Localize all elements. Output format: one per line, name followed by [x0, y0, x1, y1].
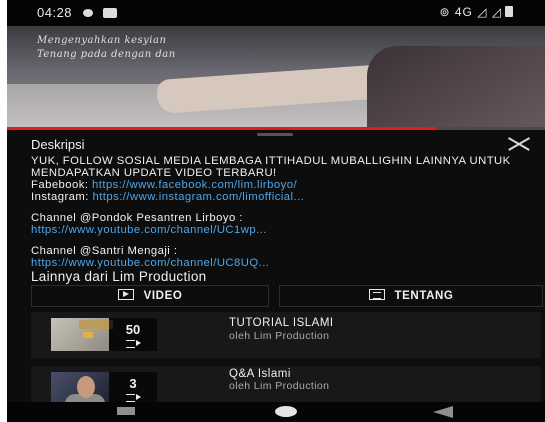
- tab-about[interactable]: TENTANG: [279, 285, 543, 307]
- network-text: ⊚ 4G ◿ ◿: [439, 5, 502, 19]
- recents-icon[interactable]: [117, 407, 135, 415]
- tab-about-label: TENTANG: [394, 290, 454, 302]
- channel1-label: Channel @Pondok Pesantren Lirboyo :: [31, 212, 243, 224]
- facebook-label: Fabebook:: [31, 179, 93, 191]
- instagram-label: Instagram:: [31, 191, 93, 203]
- status-time: 04:28: [37, 5, 73, 20]
- playlist-title: TUTORIAL ISLAMI: [229, 317, 334, 329]
- video-progress-fill: [7, 127, 438, 130]
- playlist-owner: oleh Lim Production: [229, 380, 330, 392]
- notification-square-icon: [103, 8, 117, 18]
- thumbnail-banner: [79, 320, 113, 329]
- video-caption: Mengenyahkan kesyian Tenang pada dengan …: [37, 34, 176, 62]
- facebook-line: Fabebook: https://www.facebook.com/lim.l…: [31, 179, 536, 191]
- playlist-owner: oleh Lim Production: [229, 330, 330, 342]
- video-caption-line1: Mengenyahkan kesyian: [37, 35, 167, 46]
- facebook-link[interactable]: https://www.facebook.com/lim.lirboyo/: [92, 179, 297, 191]
- tab-video-label: VIDEO: [143, 290, 183, 302]
- close-icon[interactable]: [507, 136, 531, 152]
- video-player[interactable]: Mengenyahkan kesyian Tenang pada dengan …: [7, 26, 545, 127]
- more-from-channel-title: Lainnya dari Lim Production: [31, 269, 207, 284]
- phone-screen: 04:28 ⊚ 4G ◿ ◿ Mengenyahkan kesyian Tena…: [7, 0, 545, 422]
- playlist-item[interactable]: 3 Q&A Islami oleh Lim Production: [31, 366, 541, 402]
- video-box-icon: [117, 289, 134, 300]
- instagram-link[interactable]: https://www.instagram.com/limofficial...: [92, 191, 304, 203]
- drag-handle[interactable]: [257, 133, 293, 136]
- playlist-count: 50: [125, 322, 141, 337]
- description-title: Deskripsi: [31, 137, 85, 152]
- description-headline: YUK, FOLLOW SOSIAL MEDIA LEMBAGA ITTIHAD…: [31, 155, 511, 179]
- about-box-icon: [368, 289, 385, 300]
- playlist-title: Q&A Islami: [229, 368, 291, 380]
- video-cloth: [367, 46, 545, 127]
- notification-dot-icon: [83, 9, 93, 17]
- channel-tabs: VIDEO TENTANG: [31, 285, 543, 307]
- playlist-count-overlay: 50: [109, 318, 157, 351]
- video-progress-bar[interactable]: [7, 127, 545, 130]
- battery-icon: [505, 6, 513, 17]
- system-nav-bar: [7, 402, 545, 422]
- description-body: YUK, FOLLOW SOSIAL MEDIA LEMBAGA ITTIHAD…: [31, 155, 536, 269]
- tab-video[interactable]: VIDEO: [31, 285, 269, 307]
- channel2-label: Channel @Santri Mengaji :: [31, 245, 178, 257]
- playlist-count: 3: [129, 376, 137, 391]
- playlist-item[interactable]: 50 TUTORIAL ISLAMI oleh Lim Production: [31, 312, 541, 358]
- network-indicator: ⊚ 4G ◿ ◿: [439, 5, 513, 19]
- thumbnail-person-face: [77, 376, 95, 398]
- instagram-line: Instagram: https://www.instagram.com/lim…: [31, 191, 536, 203]
- thumbnail-image: [51, 372, 109, 402]
- playlist-thumbnail: 50: [51, 318, 157, 351]
- back-icon[interactable]: [433, 406, 453, 418]
- playlist-count-overlay: 3: [109, 372, 157, 402]
- video-caption-line2: Tenang pada dengan dan: [37, 49, 176, 60]
- playlist-icon: [126, 340, 141, 348]
- channel1-link[interactable]: https://www.youtube.com/channel/UC1wp...: [31, 224, 536, 236]
- channel2-link[interactable]: https://www.youtube.com/channel/UC8UQ...: [31, 257, 536, 269]
- playlist-thumbnail: 3: [51, 372, 157, 402]
- home-icon[interactable]: [275, 406, 297, 417]
- status-bar: 04:28 ⊚ 4G ◿ ◿: [7, 0, 545, 26]
- playlist-icon: [126, 394, 141, 402]
